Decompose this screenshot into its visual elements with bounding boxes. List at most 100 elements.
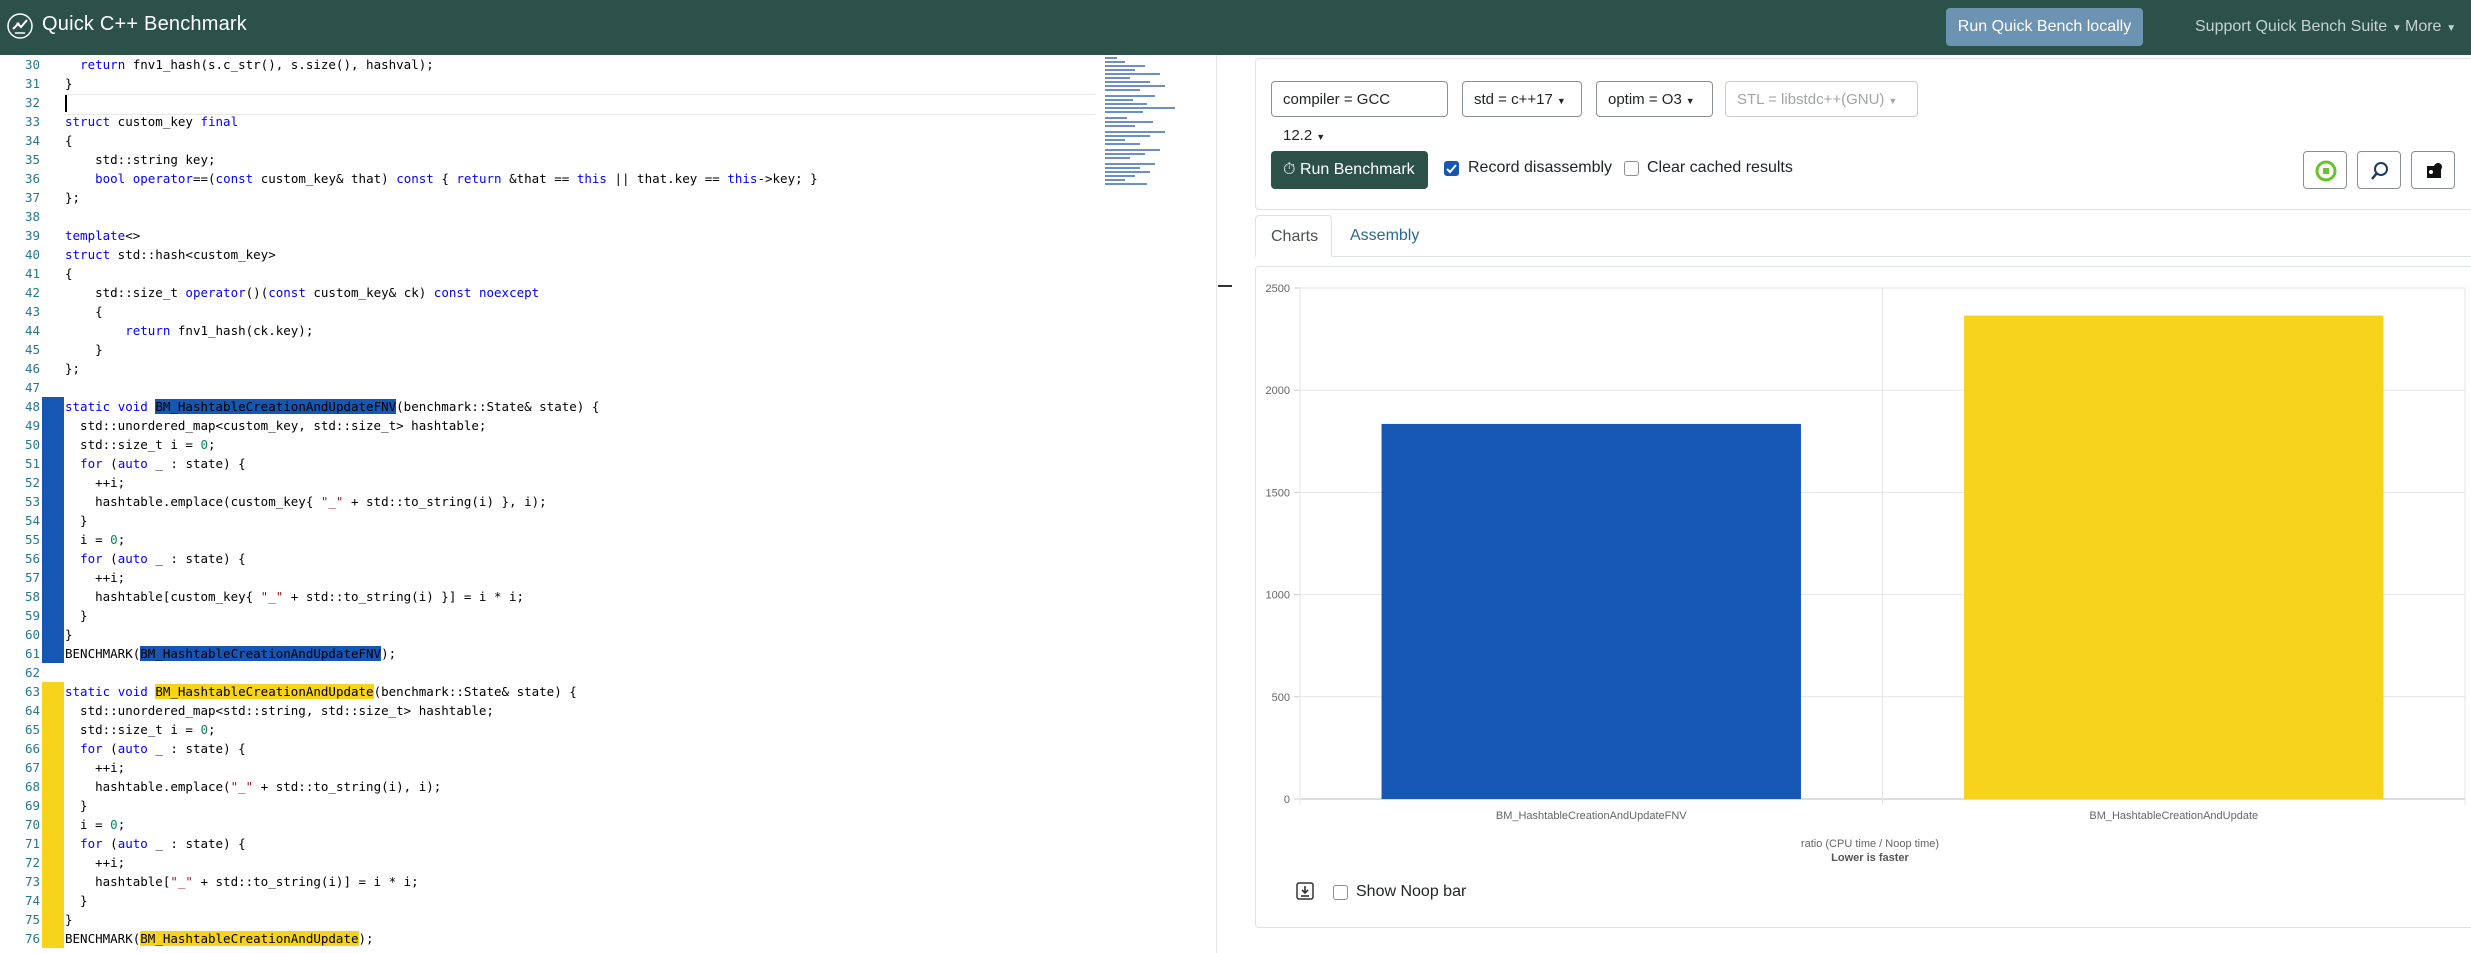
code-line[interactable]: 73 hashtable["_" + std::to_string(i)] = … [0, 872, 1100, 891]
code-text: std::string key; [65, 152, 216, 167]
line-number: 70 [24, 817, 40, 832]
std-dropdown[interactable]: std = c++17 ▼ [1462, 81, 1582, 117]
code-line[interactable]: 46}; [0, 359, 1100, 378]
code-line[interactable]: 66 for (auto _ : state) { [0, 739, 1100, 758]
code-line[interactable]: 40 struct std::hash<custom_key> [0, 245, 1100, 264]
code-line[interactable]: 71 for (auto _ : state) { [0, 834, 1100, 853]
y-tick-label: 2500 [1266, 283, 1290, 295]
optim-dropdown[interactable]: optim = O3 ▼ [1596, 81, 1713, 117]
code-line[interactable]: 68 hashtable.emplace("_" + std::to_strin… [0, 777, 1100, 796]
bar [1381, 423, 1801, 799]
run-benchmark-label: Run Benchmark [1299, 161, 1415, 178]
code-text: return fnv1_hash(ck.key); [125, 323, 314, 338]
code-line[interactable]: 74 } [0, 891, 1100, 910]
compiler-explorer-button[interactable] [2303, 151, 2347, 189]
code-line[interactable]: 42 std::size_t operator()(const custom_k… [0, 283, 1100, 302]
resize-handle[interactable] [1218, 285, 1232, 287]
build-bench-button[interactable] [2411, 151, 2455, 189]
support-menu[interactable]: Support Quick Bench Suite ▼ [2195, 18, 2402, 36]
code-line[interactable]: 34 { [0, 131, 1100, 150]
code-text: { [65, 304, 103, 319]
code-line[interactable]: 37}; [0, 188, 1100, 207]
code-text: }; [65, 361, 81, 376]
code-line[interactable]: 58 hashtable[custom_key{ "_" + std::to_s… [0, 587, 1100, 606]
stopwatch-icon: ⏱ [1283, 161, 1296, 178]
code-line[interactable]: 30 return fnv1_hash(s.c_str(), s.size(),… [0, 55, 1100, 74]
line-number: 39 [24, 228, 40, 243]
brand-logo-icon[interactable] [6, 12, 34, 40]
code-line[interactable]: 39 template<> [0, 226, 1100, 245]
code-text: BENCHMARK(BM_HashtableCreationAndUpdate)… [65, 931, 374, 946]
line-number: 74 [24, 893, 40, 908]
clear-cached-label[interactable]: Clear cached results [1647, 159, 1793, 177]
code-line[interactable]: 47 [0, 378, 1100, 397]
line-number: 52 [24, 475, 40, 490]
code-text: i = 0; [65, 532, 126, 547]
code-line[interactable]: 67 ++i; [0, 758, 1100, 777]
code-text: for (auto _ : state) { [80, 836, 246, 851]
code-line[interactable]: 54 } [0, 511, 1100, 530]
code-text: } [65, 513, 88, 528]
code-line[interactable]: 62 [0, 663, 1100, 682]
caret-down-icon: ▼ [1316, 132, 1326, 142]
code-line[interactable]: 75} [0, 910, 1100, 929]
code-line[interactable]: 43 { [0, 302, 1100, 321]
more-menu[interactable]: More ▼ [2405, 18, 2456, 36]
code-line[interactable]: 36 bool operator==(const custom_key& tha… [0, 169, 1100, 188]
benchmark-marker-fnv [42, 397, 64, 663]
line-number: 49 [24, 418, 40, 433]
code-line[interactable]: 52 ++i; [0, 473, 1100, 492]
code-text: ++i; [65, 475, 126, 490]
stl-dropdown: STL = libstdc++(GNU) ▼ [1725, 81, 1918, 117]
code-line[interactable]: 61 BENCHMARK(BM_HashtableCreationAndUpdat… [0, 644, 1100, 663]
tab-charts[interactable]: Charts [1255, 215, 1332, 257]
show-noop-checkbox[interactable] [1333, 885, 1348, 900]
code-text: } [65, 76, 73, 91]
code-line[interactable]: 56 for (auto _ : state) { [0, 549, 1100, 568]
code-line[interactable]: 44 return fnv1_hash(ck.key); [0, 321, 1100, 340]
code-line[interactable]: 48 static void BM_HashtableCreationAndUpd… [0, 397, 1100, 416]
record-disassembly-checkbox[interactable] [1444, 161, 1459, 176]
quick-bench-button[interactable] [2357, 151, 2401, 189]
code-line[interactable]: 35 std::string key; [0, 150, 1100, 169]
code-line[interactable]: 70 i = 0; [0, 815, 1100, 834]
line-number: 64 [24, 703, 40, 718]
code-line[interactable]: 45 } [0, 340, 1100, 359]
line-number: 38 [24, 209, 40, 224]
brand-title[interactable]: Quick C++ Benchmark [42, 13, 247, 36]
code-line[interactable]: 65 std::size_t i = 0; [0, 720, 1100, 739]
show-noop-label[interactable]: Show Noop bar [1356, 883, 1466, 901]
text-cursor [65, 95, 67, 112]
line-number: 55 [24, 532, 40, 547]
y-tick-label: 2000 [1266, 385, 1290, 397]
benchmark-marker-std [42, 682, 64, 948]
checkmark-icon [1446, 164, 1457, 174]
code-line[interactable]: 64 std::unordered_map<std::string, std::… [0, 701, 1100, 720]
code-text: for (auto _ : state) { [80, 456, 246, 471]
code-line[interactable]: 31} [0, 74, 1100, 93]
code-line[interactable]: 76 BENCHMARK(BM_HashtableCreationAndUpdat… [0, 929, 1100, 948]
run-benchmark-button[interactable]: ⏱ Run Benchmark [1271, 151, 1428, 189]
code-line[interactable]: 55 i = 0; [0, 530, 1100, 549]
code-line[interactable]: 51 for (auto _ : state) { [0, 454, 1100, 473]
code-line[interactable]: 50 std::size_t i = 0; [0, 435, 1100, 454]
code-line[interactable]: 57 ++i; [0, 568, 1100, 587]
compiler-dropdown[interactable]: compiler = GCC 12.2 ▼ [1271, 81, 1448, 144]
record-disassembly-label[interactable]: Record disassembly [1468, 159, 1612, 177]
code-line[interactable]: 72 ++i; [0, 853, 1100, 872]
code-line[interactable]: 41 { [0, 264, 1100, 283]
line-number: 56 [24, 551, 40, 566]
code-line[interactable]: 59 } [0, 606, 1100, 625]
code-line[interactable]: 49 std::unordered_map<custom_key, std::s… [0, 416, 1100, 435]
code-line[interactable]: 60} [0, 625, 1100, 644]
chart-x-axis-sublabel: Lower is faster [1831, 852, 1909, 864]
clear-cached-checkbox[interactable] [1624, 161, 1639, 176]
code-line[interactable]: 53 hashtable.emplace(custom_key{ "_" + s… [0, 492, 1100, 511]
editor-minimap[interactable] [1103, 55, 1203, 215]
run-locally-button[interactable]: Run Quick Bench locally [1946, 8, 2143, 46]
download-icon[interactable] [1296, 882, 1314, 900]
tab-assembly[interactable]: Assembly [1336, 215, 1436, 257]
code-line[interactable]: 38 [0, 207, 1100, 226]
code-line[interactable]: 63 static void BM_HashtableCreationAndUpd… [0, 682, 1100, 701]
code-line[interactable]: 69 } [0, 796, 1100, 815]
